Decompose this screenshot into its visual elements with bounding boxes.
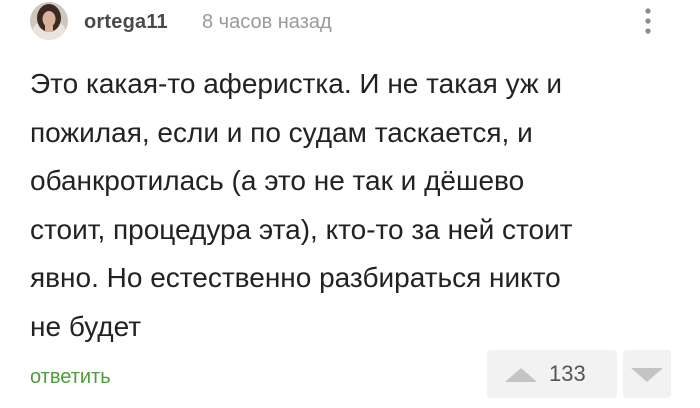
comment-line: не будет [30, 310, 142, 342]
comment-body: Это какая-то аферистка. И не такая уж и … [30, 60, 670, 351]
rating-count: 133 [549, 361, 586, 386]
comment-line: явно. Но естественно разбираться никто [30, 262, 561, 293]
comment-line: обанкротилась (а это не так и дёшево [30, 165, 525, 196]
reply-button[interactable]: ответить [30, 364, 111, 390]
comment-author[interactable]: ortega11 [84, 10, 168, 34]
triangle-down-icon [631, 368, 663, 382]
downvote-icon-wrap [629, 360, 665, 388]
more-options-icon[interactable] [638, 4, 658, 38]
avatar[interactable] [30, 2, 68, 40]
triangle-up-icon [505, 368, 537, 382]
upvote-button[interactable] [501, 360, 541, 388]
rating-panel: 133 [487, 350, 617, 398]
comment-line: Это какая-то аферистка. И не такая уж и [30, 68, 563, 99]
comment-line: пожилая, если и по судам таскается, и [30, 116, 533, 148]
comment-timestamp: 8 часов назад [202, 11, 332, 33]
comment-line: стоит, процедура эта), кто-то за ней сто… [30, 213, 573, 245]
downvote-button[interactable] [623, 350, 671, 398]
avatar-image [30, 2, 68, 40]
